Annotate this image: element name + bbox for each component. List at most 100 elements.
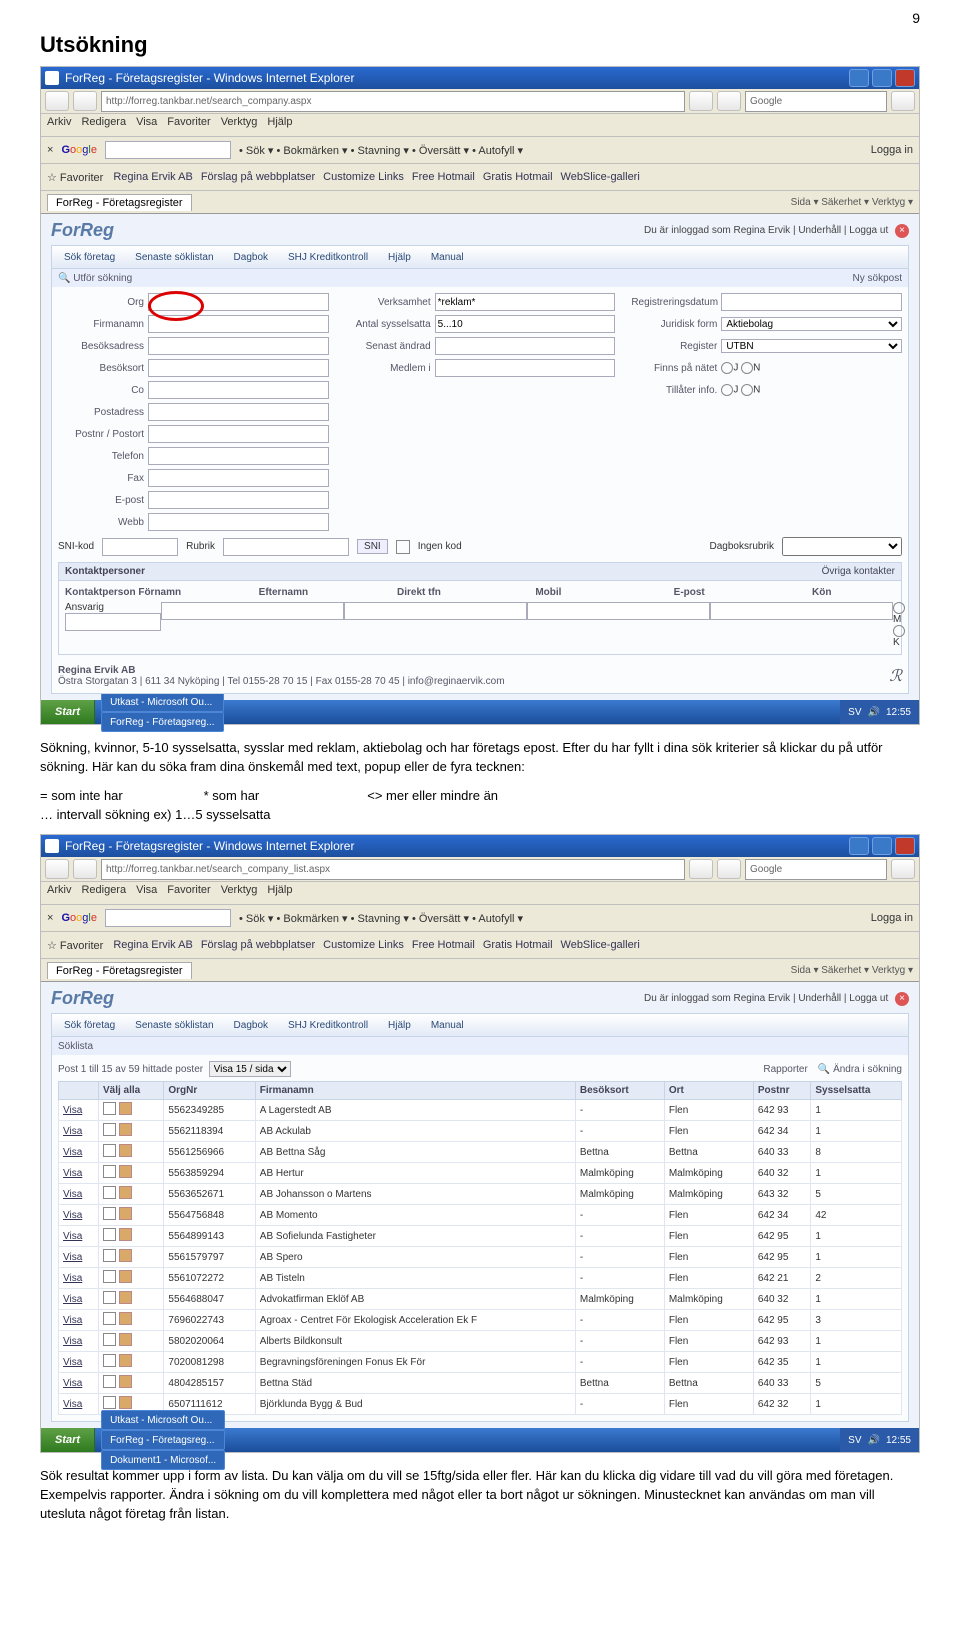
remove-icon[interactable]: [119, 1144, 132, 1157]
visa-link[interactable]: Visa: [63, 1336, 82, 1347]
fav-link[interactable]: WebSlice-galleri: [561, 171, 640, 183]
fr-tab[interactable]: Senaste söklistan: [127, 1018, 221, 1033]
forward-button[interactable]: [73, 91, 97, 111]
per-page-select[interactable]: Visa 15 / sida: [209, 1061, 291, 1077]
fr-tab[interactable]: Sök företag: [56, 250, 123, 265]
select-checkbox[interactable]: [103, 1165, 116, 1178]
col-header[interactable]: Besöksort: [575, 1082, 664, 1100]
fav-link[interactable]: Förslag på webbplatser: [201, 171, 315, 183]
ovriga-kontakter-button[interactable]: Övriga kontakter: [822, 566, 895, 577]
fr-tab[interactable]: Dagbok: [226, 1018, 276, 1033]
webb-input[interactable]: [148, 513, 329, 531]
right-select[interactable]: Aktiebolag: [721, 317, 902, 331]
search-box[interactable]: [745, 859, 887, 880]
mid-input[interactable]: [435, 293, 616, 311]
fr-tab[interactable]: Manual: [423, 1018, 472, 1033]
select-checkbox[interactable]: [103, 1396, 116, 1409]
address-bar[interactable]: [101, 859, 685, 880]
visa-link[interactable]: Visa: [63, 1399, 82, 1410]
select-checkbox[interactable]: [103, 1207, 116, 1220]
menu-hjälp[interactable]: Hjälp: [267, 116, 292, 134]
kontakt-direkttfn-input[interactable]: [344, 602, 527, 620]
refresh-button[interactable]: [689, 91, 713, 111]
fav-link[interactable]: Customize Links: [323, 939, 404, 951]
fav-link[interactable]: Gratis Hotmail: [483, 171, 553, 183]
fav-link[interactable]: Gratis Hotmail: [483, 939, 553, 951]
start-button[interactable]: Start: [41, 700, 95, 724]
rapporter-button[interactable]: Rapporter: [763, 1064, 807, 1075]
fr-tab[interactable]: Manual: [423, 250, 472, 265]
visa-link[interactable]: Visa: [63, 1189, 82, 1200]
menu-redigera[interactable]: Redigera: [81, 884, 126, 902]
kon-m-radio[interactable]: [893, 602, 905, 614]
fav-link[interactable]: Regina Ervik AB: [113, 171, 192, 183]
menu-verktyg[interactable]: Verktyg: [221, 116, 258, 134]
right-select[interactable]: UTBN: [721, 339, 902, 353]
select-checkbox[interactable]: [103, 1270, 116, 1283]
taskbar-item[interactable]: ForReg - Företagsreg...: [101, 1430, 225, 1450]
remove-icon[interactable]: [119, 1207, 132, 1220]
select-checkbox[interactable]: [103, 1354, 116, 1367]
fr-tab[interactable]: Hjälp: [380, 250, 419, 265]
google-item[interactable]: • Autofyll ▾: [469, 913, 523, 925]
col-header[interactable]: Välj alla: [98, 1082, 163, 1100]
google-item[interactable]: • Stavning ▾: [348, 145, 409, 157]
fav-link[interactable]: Förslag på webbplatser: [201, 939, 315, 951]
fav-link[interactable]: WebSlice-galleri: [561, 939, 640, 951]
stop-button[interactable]: [717, 91, 741, 111]
visa-link[interactable]: Visa: [63, 1273, 82, 1284]
mid-input[interactable]: [435, 359, 616, 377]
close-button[interactable]: [895, 69, 915, 87]
remove-icon[interactable]: [119, 1165, 132, 1178]
select-checkbox[interactable]: [103, 1228, 116, 1241]
sni-button[interactable]: SNI: [357, 539, 388, 554]
visa-link[interactable]: Visa: [63, 1210, 82, 1221]
google-item[interactable]: • Översätt ▾: [409, 145, 469, 157]
fr-tab[interactable]: SHJ Kreditkontroll: [280, 250, 376, 265]
mid-input[interactable]: [435, 337, 616, 355]
refresh-button[interactable]: [689, 859, 713, 879]
remove-icon[interactable]: [119, 1228, 132, 1241]
taskbar-item[interactable]: ForReg - Företagsreg...: [101, 712, 223, 732]
visa-link[interactable]: Visa: [63, 1126, 82, 1137]
kontakt-efternamn-input[interactable]: [161, 602, 344, 620]
google-login[interactable]: Logga in: [871, 144, 913, 156]
select-checkbox[interactable]: [103, 1102, 116, 1115]
visa-link[interactable]: Visa: [63, 1378, 82, 1389]
close-x[interactable]: ×: [47, 144, 53, 156]
fav-link[interactable]: Free Hotmail: [412, 171, 475, 183]
select-checkbox[interactable]: [103, 1333, 116, 1346]
search-box[interactable]: [745, 91, 887, 112]
visa-link[interactable]: Visa: [63, 1294, 82, 1305]
visa-link[interactable]: Visa: [63, 1147, 82, 1158]
sni-kod-input[interactable]: [102, 538, 178, 556]
fav-link[interactable]: Free Hotmail: [412, 939, 475, 951]
logout-icon[interactable]: ×: [895, 992, 909, 1006]
fr-tab[interactable]: Sök företag: [56, 1018, 123, 1033]
maximize-button[interactable]: [872, 69, 892, 87]
postnrpostort-input[interactable]: [148, 425, 329, 443]
menu-redigera[interactable]: Redigera: [81, 116, 126, 134]
forward-button[interactable]: [73, 859, 97, 879]
radio-n[interactable]: [741, 362, 753, 374]
visa-link[interactable]: Visa: [63, 1315, 82, 1326]
google-item[interactable]: • Bokmärken ▾: [273, 913, 347, 925]
remove-icon[interactable]: [119, 1249, 132, 1262]
back-button[interactable]: [45, 859, 69, 879]
fav-link[interactable]: Customize Links: [323, 171, 404, 183]
search-go-button[interactable]: [891, 859, 915, 879]
andra-sokning-button[interactable]: 🔍 Ändra i sökning: [818, 1064, 902, 1075]
google-login[interactable]: Logga in: [871, 912, 913, 924]
menu-favoriter[interactable]: Favoriter: [167, 116, 210, 134]
browser-tab[interactable]: ForReg - Företagsregister: [47, 962, 192, 979]
google-search-input[interactable]: [105, 909, 231, 927]
taskbar-item[interactable]: Utkast - Microsoft Ou...: [101, 692, 223, 712]
remove-icon[interactable]: [119, 1102, 132, 1115]
fr-tab[interactable]: Dagbok: [226, 250, 276, 265]
dagboksrubrik-select[interactable]: [782, 537, 902, 556]
epost-input[interactable]: [148, 491, 329, 509]
visa-link[interactable]: Visa: [63, 1105, 82, 1116]
visa-link[interactable]: Visa: [63, 1168, 82, 1179]
remove-icon[interactable]: [119, 1333, 132, 1346]
select-checkbox[interactable]: [103, 1312, 116, 1325]
